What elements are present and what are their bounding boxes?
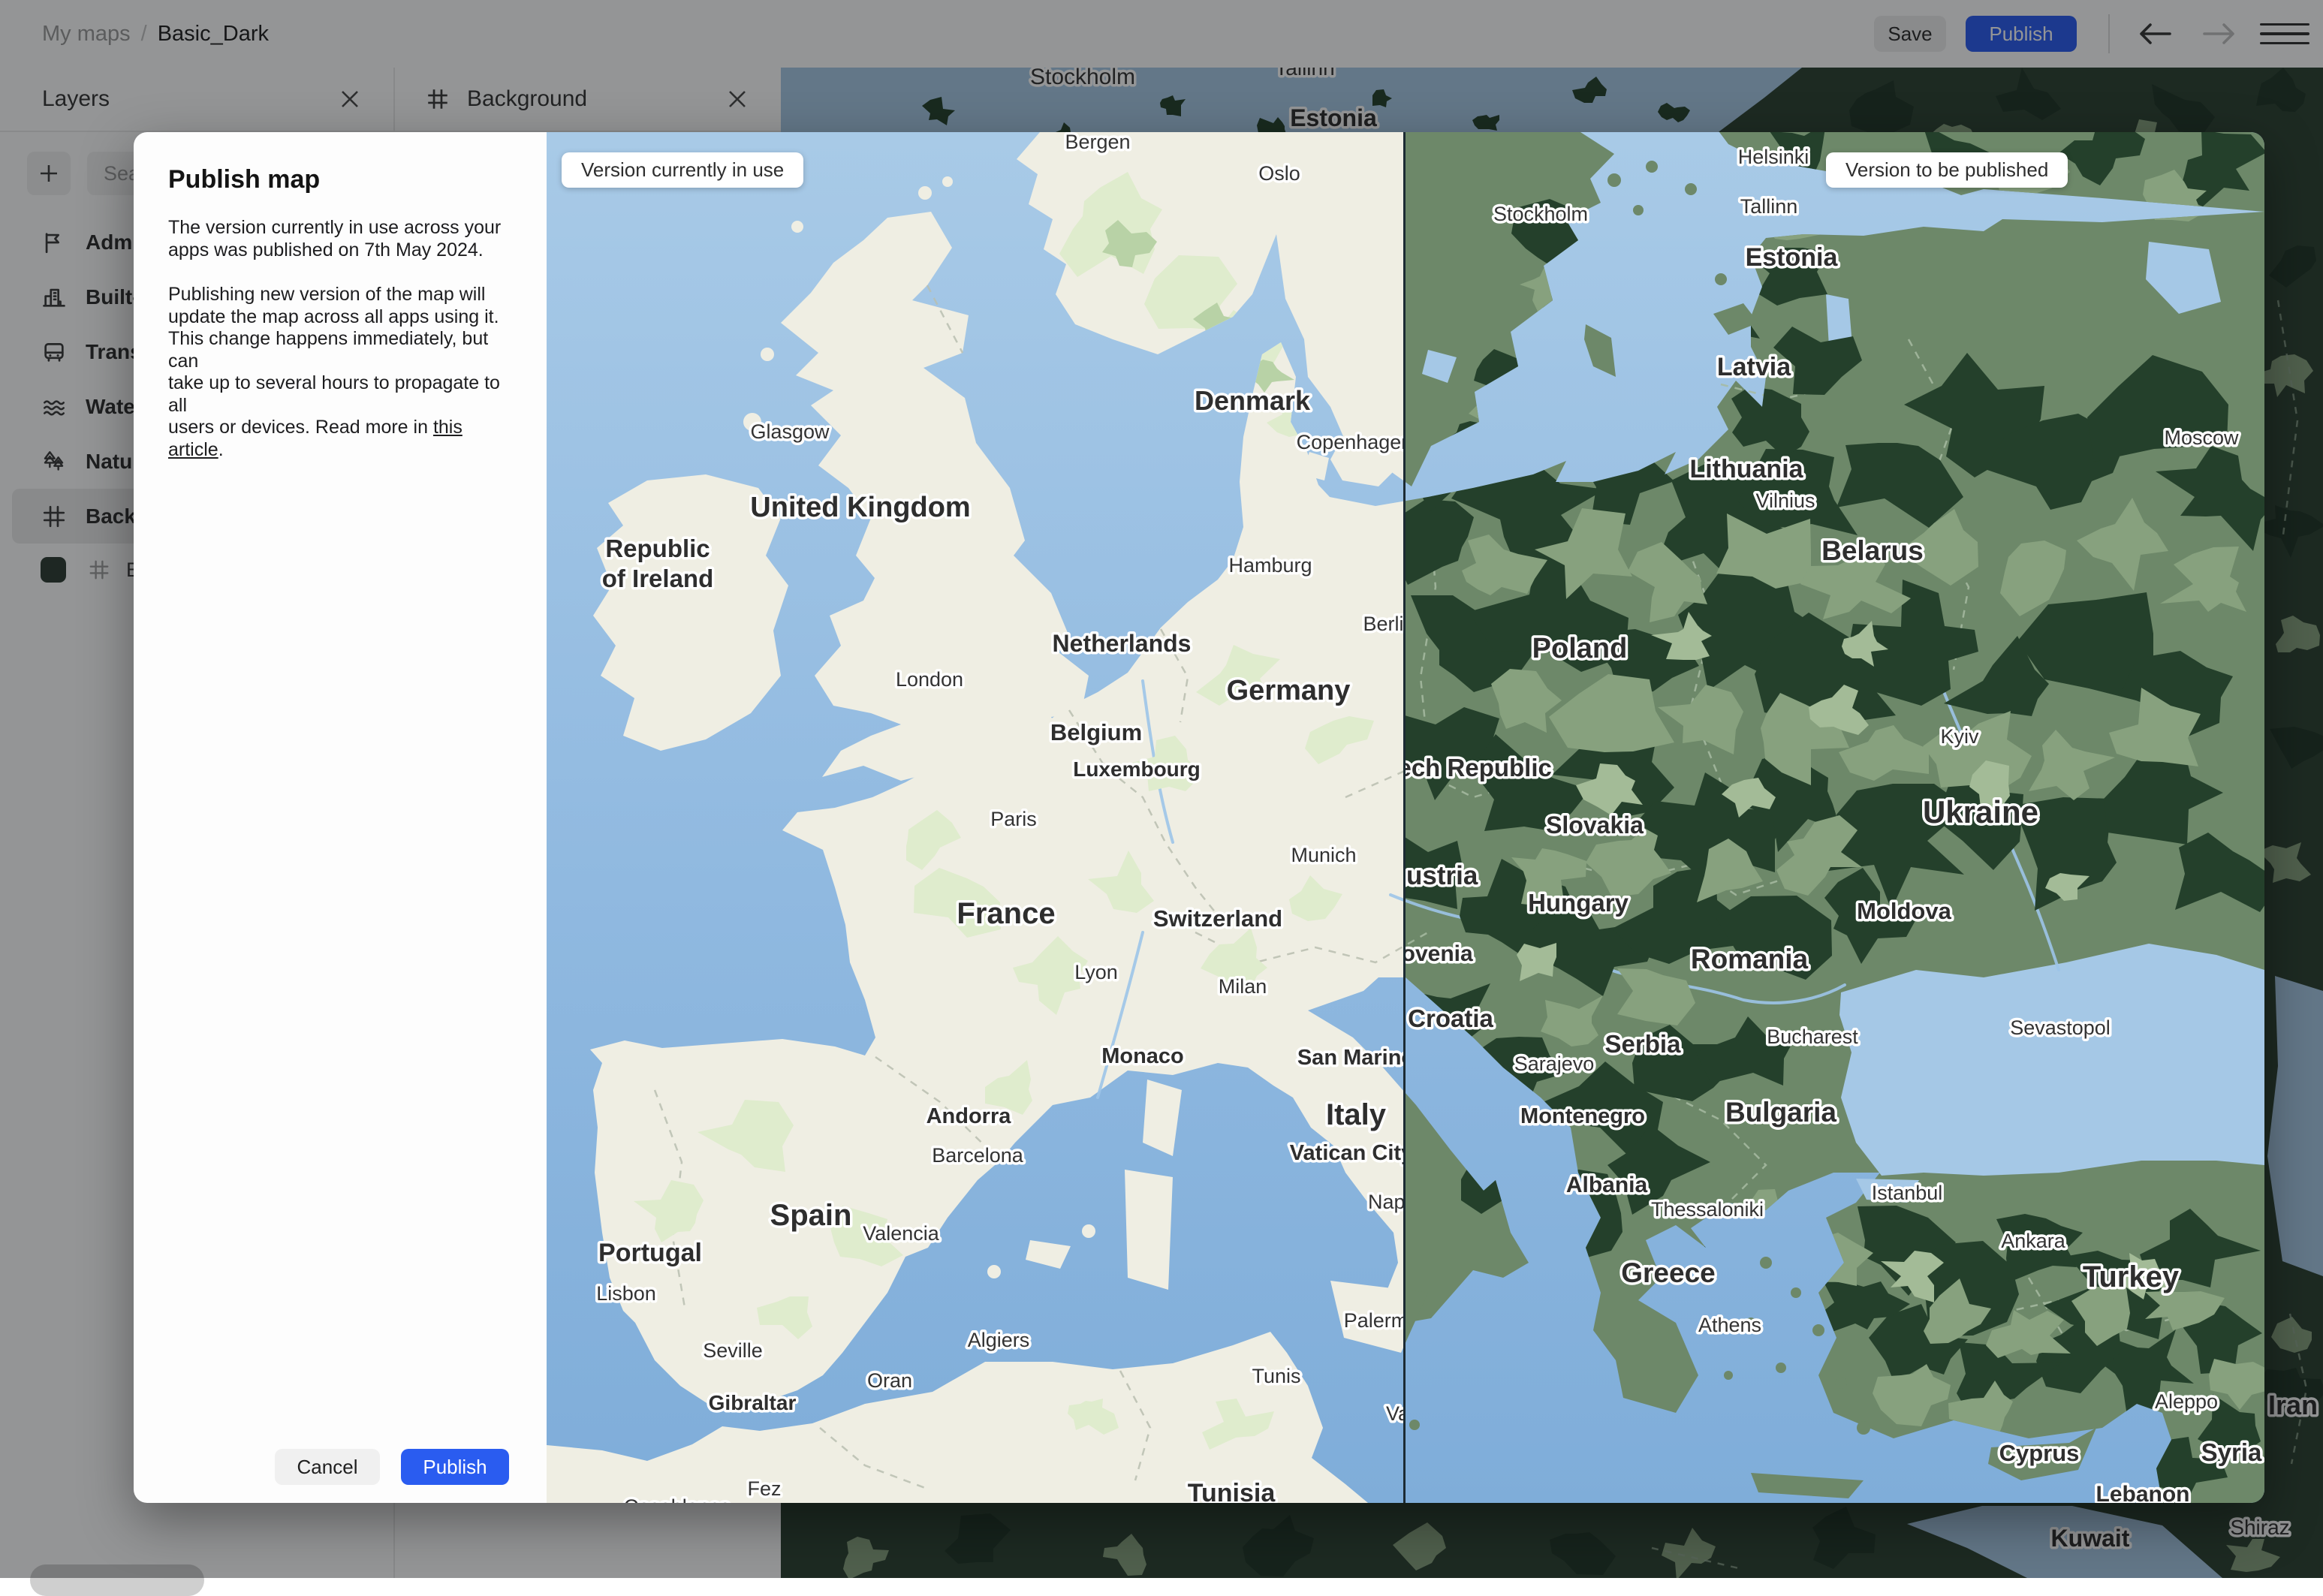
map-label: Seville: [703, 1339, 763, 1362]
map-label: Milan: [1219, 975, 1267, 998]
map-label: Gibraltar: [709, 1391, 797, 1414]
map-label: Lithuania: [1689, 455, 1803, 483]
map-label: Slovakia: [1546, 812, 1644, 839]
map-label: Andorra: [926, 1104, 1012, 1128]
map-label: Monaco: [1101, 1044, 1184, 1068]
map-label: Vatican City: [1290, 1141, 1413, 1165]
map-label: Tunis: [1252, 1365, 1300, 1387]
cancel-button[interactable]: Cancel: [275, 1449, 380, 1485]
map-label: Hamburg: [1228, 554, 1312, 577]
publish-version-badge: Version to be published: [1826, 152, 2068, 188]
map-label: of Ireland: [602, 565, 714, 592]
current-version-badge: Version currently in use: [562, 152, 804, 188]
version-compare-view[interactable]: Republic of Ireland United Kingdom Denmark N…: [547, 132, 2264, 1503]
map-label: Glasgow: [750, 420, 830, 443]
map-label: Algiers: [968, 1329, 1030, 1351]
dialog-title: Publish map: [168, 165, 321, 194]
map-label: Greece: [1621, 1257, 1716, 1288]
map-label: Denmark: [1195, 385, 1311, 416]
map-label: Italy: [1326, 1098, 1387, 1131]
map-label: Tallinn: [1740, 195, 1798, 218]
map-label: Poland: [1532, 633, 1628, 664]
publish-dialog: Publish map The version currently in use…: [134, 132, 547, 1503]
map-label: Luxembourg: [1073, 757, 1201, 781]
map-label: Republic: [605, 535, 710, 562]
map-label: Helsinki: [1738, 146, 1809, 168]
map-label: Tunisia: [1188, 1479, 1276, 1503]
map-label: United Kingdom: [750, 492, 970, 523]
dialog-paragraph-1: The version currently in use across your…: [168, 217, 502, 260]
map-label: Spain: [770, 1199, 852, 1232]
map-label: Netherlands: [1053, 630, 1192, 657]
map-label: Lyon: [1074, 961, 1118, 983]
map-label: Oran: [867, 1369, 912, 1392]
map-label: Serbia: [1605, 1030, 1682, 1058]
map-label: Ukraine: [1923, 794, 2038, 830]
map-label: France: [957, 897, 1055, 930]
publish-map-modal: Publish map The version currently in use…: [134, 132, 2264, 1503]
map-label: Romania: [1691, 944, 1809, 974]
map-label: Moscow: [2164, 426, 2239, 449]
map-label: Bulgaria: [1725, 1097, 1836, 1128]
map-label: Moldova: [1857, 898, 1951, 924]
map-label: Sevastopol: [2010, 1016, 2111, 1039]
map-label: Aleppo: [2155, 1390, 2218, 1413]
map-label: Albania: [1566, 1173, 1648, 1197]
map-label: Latvia: [1717, 353, 1791, 381]
map-label: Belgium: [1050, 719, 1142, 745]
map-label: Lebanon: [2096, 1482, 2190, 1503]
map-label: Copenhagen: [1297, 431, 1413, 453]
map-label: Estonia: [1746, 243, 1839, 272]
map-label: Syria: [2201, 1438, 2262, 1466]
map-label: Belarus: [1821, 535, 1924, 566]
map-label: Valencia: [863, 1222, 940, 1245]
map-label: Portugal: [598, 1239, 702, 1267]
map-label: Germany: [1227, 675, 1351, 706]
map-label: Stockholm: [1493, 203, 1588, 225]
map-label: Montenegro: [1520, 1104, 1645, 1128]
map-label: Bucharest: [1767, 1025, 1858, 1048]
map-label: Hungary: [1528, 889, 1629, 917]
map-label: Paris: [990, 808, 1037, 830]
map-label: Munich: [1291, 844, 1356, 866]
map-label: Ankara: [2001, 1230, 2066, 1252]
map-label: Thessaloniki: [1651, 1198, 1764, 1221]
map-label: Vilnius: [1755, 489, 1815, 512]
map-label: Croatia: [1408, 1004, 1493, 1032]
map-label: Istanbul: [1872, 1182, 1943, 1204]
map-label: Casablanca: [624, 1495, 732, 1503]
map-label: Kyiv: [1940, 725, 1979, 748]
map-label: Cyprus: [1999, 1440, 2080, 1466]
compare-divider[interactable]: [1403, 132, 1406, 1503]
map-label: Turkey: [2083, 1260, 2180, 1293]
dialog-publish-button[interactable]: Publish: [401, 1449, 509, 1485]
dialog-paragraph-2: Publishing new version of the map will up…: [168, 284, 500, 460]
map-label: Switzerland: [1153, 905, 1282, 932]
map-label: Oslo: [1258, 162, 1300, 185]
map-label: Fez: [747, 1477, 781, 1500]
map-label: Barcelona: [932, 1144, 1024, 1167]
map-label: Lisbon: [596, 1282, 656, 1305]
map-label: London: [896, 668, 963, 691]
map-label: Sarajevo: [1514, 1052, 1595, 1075]
map-label: Bergen: [1065, 132, 1130, 153]
map-label: San Marino: [1297, 1046, 1415, 1070]
map-label: Athens: [1698, 1314, 1761, 1336]
